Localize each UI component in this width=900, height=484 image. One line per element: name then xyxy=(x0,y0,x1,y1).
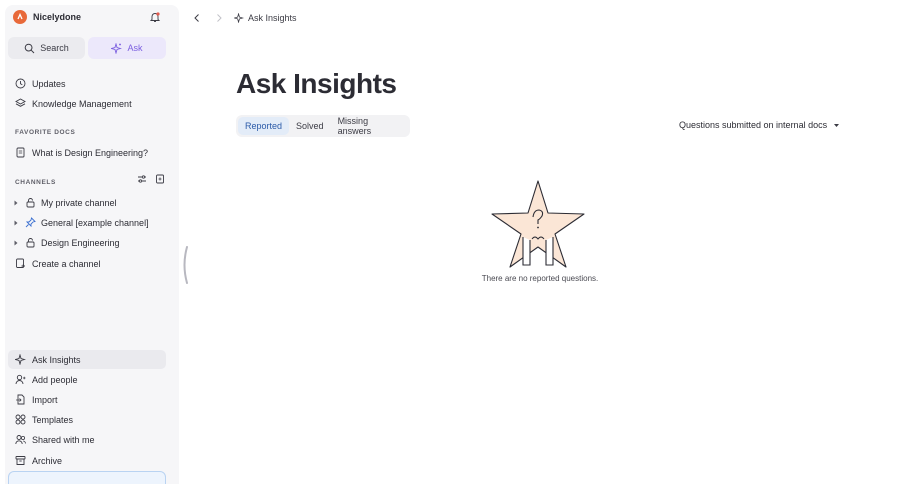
new-channel-icon[interactable] xyxy=(155,174,165,184)
favorite-docs-heading: FAVORITE DOCS xyxy=(15,129,76,136)
create-channel-button[interactable]: Create a channel xyxy=(8,254,166,273)
favorite-doc-item[interactable]: What is Design Engineering? xyxy=(8,143,166,162)
filter-label: Questions submitted on internal docs xyxy=(679,120,828,130)
search-button[interactable]: Search xyxy=(8,37,85,59)
add-channel-icon xyxy=(16,258,25,268)
filter-sliders-icon[interactable] xyxy=(137,174,147,184)
nav-add-people[interactable]: Add people xyxy=(8,370,166,389)
archive-icon xyxy=(15,456,26,465)
sparkle-icon xyxy=(111,42,123,54)
nav-templates-label: Templates xyxy=(32,414,74,425)
layers-icon xyxy=(15,98,26,107)
channels-heading: CHANNELS xyxy=(15,179,56,186)
workspace-name: Nicelydone xyxy=(33,12,82,22)
templates-icon xyxy=(15,414,26,425)
nav-shared-label: Shared with me xyxy=(32,434,95,445)
caret-right-icon[interactable] xyxy=(12,239,20,247)
nav-add-people-label: Add people xyxy=(32,374,78,385)
shared-users-icon xyxy=(15,435,26,445)
tab-bar: Reported Solved Missing answers xyxy=(236,115,410,137)
caret-right-icon[interactable] xyxy=(12,219,20,227)
import-icon xyxy=(16,394,25,405)
channel-item[interactable]: General [example channel] xyxy=(8,213,166,232)
tab-solved[interactable]: Solved xyxy=(289,117,331,135)
channel-label: General [example channel] xyxy=(41,217,149,228)
nav-import[interactable]: Import xyxy=(8,390,166,409)
nav-archive-label: Archive xyxy=(32,455,63,466)
document-icon xyxy=(16,147,25,158)
nav-archive[interactable]: Archive xyxy=(8,451,166,470)
back-arrow-icon[interactable] xyxy=(193,13,201,23)
questions-filter-dropdown[interactable]: Questions submitted on internal docs xyxy=(679,120,840,130)
sidebar-resize-handle[interactable] xyxy=(181,246,189,284)
clock-icon xyxy=(15,78,26,89)
page-title: Ask Insights xyxy=(236,68,397,99)
nav-updates[interactable]: Updates xyxy=(8,74,166,93)
search-icon xyxy=(24,43,35,53)
caret-right-icon[interactable] xyxy=(12,199,20,207)
empty-star-illustration xyxy=(491,180,585,268)
nav-import-label: Import xyxy=(32,394,58,405)
workspace-switcher[interactable]: Nicelydone xyxy=(13,10,81,24)
lock-icon xyxy=(26,198,35,208)
caret-down-icon xyxy=(834,123,840,127)
notification-bell-icon[interactable] xyxy=(149,11,161,23)
nav-ask-insights-label: Ask Insights xyxy=(32,354,81,365)
sparkle-icon xyxy=(234,13,244,23)
sparkle-icon xyxy=(15,354,26,365)
nav-shared-with-me[interactable]: Shared with me xyxy=(8,430,166,449)
nav-knowledge-management[interactable]: Knowledge Management xyxy=(8,94,166,113)
breadcrumb-current: Ask Insights xyxy=(248,13,297,23)
nav-ask-insights[interactable]: Ask Insights xyxy=(8,350,166,369)
pin-icon xyxy=(25,217,36,228)
nav-updates-label: Updates xyxy=(32,78,66,89)
channel-label: Design Engineering xyxy=(41,237,120,248)
tab-missing-answers[interactable]: Missing answers xyxy=(331,116,408,136)
lock-icon xyxy=(26,238,35,248)
forward-arrow-icon[interactable] xyxy=(215,13,223,23)
ask-label: Ask xyxy=(127,43,143,53)
sidebar-footer-banner[interactable] xyxy=(8,471,166,484)
channel-item[interactable]: My private channel xyxy=(8,193,166,212)
channel-label: My private channel xyxy=(41,197,117,208)
nav-templates[interactable]: Templates xyxy=(8,410,166,429)
nav-knowledge-label: Knowledge Management xyxy=(32,98,132,109)
breadcrumb[interactable]: Ask Insights xyxy=(234,13,297,23)
create-channel-label: Create a channel xyxy=(32,258,101,269)
tab-reported[interactable]: Reported xyxy=(238,117,290,135)
ask-button[interactable]: Ask xyxy=(88,37,166,59)
empty-state-message: There are no reported questions. xyxy=(481,274,599,283)
search-label: Search xyxy=(40,43,69,53)
workspace-logo-icon xyxy=(13,10,27,24)
add-user-icon xyxy=(15,374,26,385)
channel-item[interactable]: Design Engineering xyxy=(8,233,166,252)
favorite-doc-label: What is Design Engineering? xyxy=(32,147,149,158)
